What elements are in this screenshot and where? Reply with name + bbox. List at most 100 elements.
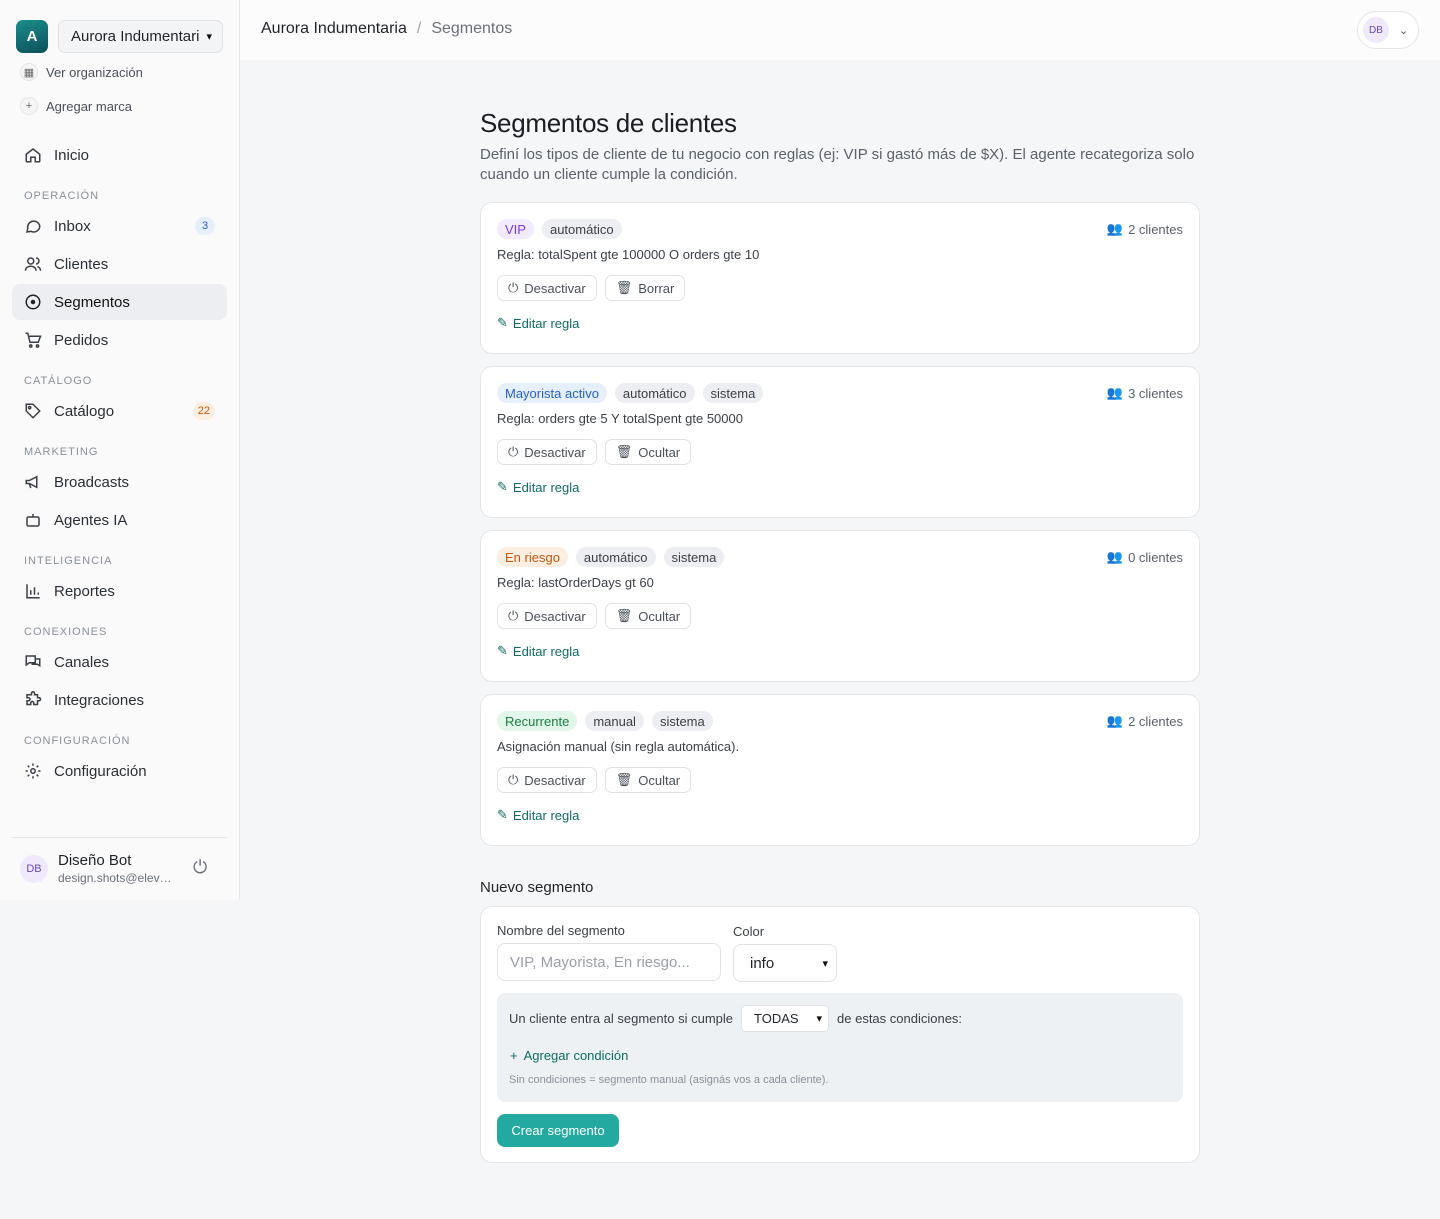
new-segment-title: Nuevo segmento (480, 879, 594, 896)
users-icon: 👥 (1106, 221, 1124, 236)
hide-button[interactable]: 🗑 Ocultar (604, 767, 692, 793)
edit-rule-link[interactable]: ✎ Editar regla (497, 807, 579, 823)
deactivate-button[interactable]: ⏻ Desactivar (497, 767, 597, 793)
sidebar-item-label: Integraciones (54, 691, 145, 709)
deactivate-button[interactable]: ⏻ Desactivar (497, 603, 597, 629)
create-segment-button[interactable]: Crear segmento (497, 1114, 619, 1147)
sidebar-item-catalogo[interactable]: Catálogo 22 (12, 393, 227, 429)
button-label: Desactivar (524, 280, 586, 296)
count-label: 0 clientes (1128, 549, 1183, 565)
segment-rule: Asignación manual (sin regla automática)… (497, 739, 740, 754)
condition-mode-select[interactable]: TODAS ▾ (741, 1005, 830, 1032)
users-icon (24, 255, 42, 273)
button-label: Desactivar (524, 444, 586, 460)
sidebar-item-broadcasts[interactable]: Broadcasts (12, 464, 227, 500)
hide-button[interactable]: 🗑 Ocultar (604, 439, 692, 465)
sidebar-item-segmentos[interactable]: Segmentos (12, 284, 227, 320)
users-icon: 👥 (1106, 713, 1124, 728)
trash-icon: 🗑 (615, 280, 633, 295)
avatar: DB (20, 854, 48, 883)
edit-rule-link[interactable]: ✎ Editar regla (497, 315, 579, 331)
deactivate-button[interactable]: ⏻ Desactivar (497, 439, 597, 465)
count-label: 2 clientes (1128, 221, 1183, 237)
topbar: Aurora Indumentaria / Segmentos DB ⌄ (240, 0, 1440, 60)
deactivate-button[interactable]: ⏻ Desactivar (497, 275, 597, 301)
section-label-marketing: MARKETING (24, 446, 99, 458)
segment-system-tag: sistema (663, 547, 725, 567)
brand-select[interactable]: Aurora Indumentaria ▾ (58, 20, 223, 53)
link-label: Editar regla (512, 643, 580, 659)
conditions-hint: Sin condiciones = segmento manual (asign… (509, 1074, 829, 1086)
sidebar-item-pedidos[interactable]: Pedidos (12, 322, 227, 358)
segment-client-count: 👥 0 clientes (1107, 549, 1183, 565)
add-brand-link[interactable]: + Agregar marca (20, 97, 132, 115)
segment-tags: Recurrente manual sistema (497, 711, 713, 731)
condition-prefix: Un cliente entra al segmento si cumple (509, 1011, 734, 1026)
target-icon (24, 293, 42, 311)
segment-type-tag: automático (614, 383, 695, 403)
hide-button[interactable]: 🗑 Ocultar (604, 603, 692, 629)
sidebar-item-agentes[interactable]: Agentes IA (12, 502, 227, 538)
segment-name-input[interactable]: VIP, Mayorista, En riesgo... (497, 943, 721, 981)
sidebar-item-label: Inicio (54, 146, 90, 164)
button-label: Ocultar (638, 608, 681, 624)
edit-rule-link[interactable]: ✎ Editar regla (497, 479, 579, 495)
count-label: 3 clientes (1128, 385, 1183, 401)
segment-system-tag: sistema (702, 383, 764, 403)
bar-chart-icon (24, 582, 42, 600)
section-label-conexiones: CONEXIONES (24, 626, 108, 638)
segment-tags: VIP automático (497, 219, 622, 239)
sidebar-item-canales[interactable]: Canales (12, 644, 227, 680)
sidebar-item-clientes[interactable]: Clientes (12, 246, 227, 282)
page-title: Segmentos de clientes (480, 108, 737, 138)
sidebar-item-integraciones[interactable]: Integraciones (12, 682, 227, 718)
segment-card: VIP automático 👥 2 clientes Regla: totalS… (480, 202, 1200, 354)
user-profile[interactable]: DB Diseño Bot design.shots@eleven.test (20, 852, 178, 885)
view-org-link[interactable]: ▦ Ver organización (20, 63, 143, 81)
add-condition-button[interactable]: + Agregar condición (510, 1048, 628, 1063)
segment-actions: ⏻ Desactivar 🗑 Ocultar (497, 767, 692, 793)
breadcrumb-root[interactable]: Aurora Indumentaria (261, 20, 407, 38)
pencil-icon: ✎ (497, 315, 508, 330)
pencil-icon: ✎ (497, 643, 508, 658)
page-header: Segmentos de clientes Definí los tipos d… (480, 108, 1200, 185)
brand-logo: A (16, 20, 48, 53)
button-label: Ocultar (638, 772, 681, 788)
segment-client-count: 👥 2 clientes (1107, 221, 1183, 237)
section-label-operacion: OPERACIÓN (24, 190, 100, 202)
segment-actions: ⏻ Desactivar 🗑 Ocultar (497, 603, 692, 629)
sidebar-item-label: Broadcasts (54, 473, 130, 491)
brand-name: Aurora Indumentaria (71, 28, 199, 45)
logout-power-icon[interactable]: ⏻ (193, 857, 207, 878)
power-icon: ⏻ (508, 444, 519, 459)
color-select[interactable]: info ▾ (733, 944, 837, 982)
button-label: Ocultar (638, 444, 681, 460)
new-segment-form: Nombre del segmento VIP, Mayorista, En r… (480, 906, 1200, 1163)
sidebar-item-inbox[interactable]: Inbox 3 (12, 208, 227, 244)
segment-rule: Regla: totalSpent gte 100000 O orders gt… (497, 247, 760, 262)
user-menu-button[interactable]: DB ⌄ (1357, 11, 1419, 49)
segment-rule: Regla: lastOrderDays gt 60 (497, 575, 654, 590)
breadcrumb-separator: / (416, 20, 422, 37)
divider (12, 837, 227, 838)
sidebar-item-reportes[interactable]: Reportes (12, 573, 227, 609)
delete-button[interactable]: 🗑 Borrar (604, 275, 686, 301)
section-label-catalogo: CATÁLOGO (24, 375, 93, 387)
segment-name-badge: VIP (497, 219, 534, 239)
sidebar-item-label: Pedidos (54, 331, 109, 349)
home-icon (24, 146, 42, 164)
edit-rule-link[interactable]: ✎ Editar regla (497, 643, 579, 659)
plus-icon: + (510, 1048, 518, 1063)
catalog-count-badge: 22 (192, 402, 215, 420)
sidebar-item-configuracion[interactable]: Configuración (12, 753, 227, 789)
sidebar-item-inicio[interactable]: Inicio (12, 137, 227, 173)
conditions-box: Un cliente entra al segmento si cumple T… (497, 993, 1183, 1102)
segment-rule: Regla: orders gte 5 Y totalSpent gte 500… (497, 411, 743, 426)
segment-card: Mayorista activo automático sistema 👥 3 c… (480, 366, 1200, 518)
power-icon: ⏻ (508, 608, 519, 623)
section-label-inteligencia: INTELIGENCIA (24, 555, 113, 567)
puzzle-icon (24, 691, 42, 709)
plus-icon: + (20, 97, 38, 115)
bot-icon (24, 511, 42, 529)
breadcrumb: Aurora Indumentaria / Segmentos (261, 20, 512, 38)
